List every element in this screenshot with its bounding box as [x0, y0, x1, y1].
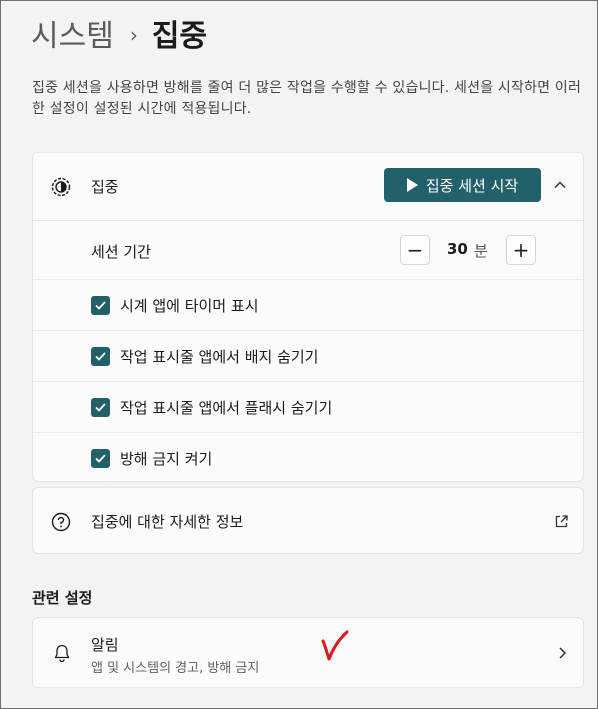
- option-row-do-not-disturb[interactable]: 방해 금지 켜기: [33, 432, 583, 484]
- checkmark-icon: [95, 352, 106, 361]
- notifications-link[interactable]: 알림 앱 및 시스템의 경고, 방해 금지: [32, 617, 584, 688]
- hide-badges-checkbox[interactable]: [91, 347, 110, 366]
- option-row-hide-flashing[interactable]: 작업 표시줄 앱에서 플래시 숨기기: [33, 381, 583, 433]
- hide-flashing-label: 작업 표시줄 앱에서 플래시 숨기기: [120, 399, 333, 417]
- option-row-hide-badges[interactable]: 작업 표시줄 앱에서 배지 숨기기: [33, 330, 583, 382]
- checkmark-icon: [95, 301, 106, 310]
- start-focus-session-button[interactable]: 집중 세션 시작: [384, 168, 541, 202]
- help-icon: [51, 512, 71, 532]
- duration-unit: 분: [474, 242, 488, 260]
- focus-info-link[interactable]: 집중에 대한 자세한 정보: [32, 487, 584, 554]
- session-duration-label: 세션 기간: [91, 243, 151, 261]
- focus-info-label: 집중에 대한 자세한 정보: [91, 513, 244, 531]
- bell-icon: [54, 644, 70, 663]
- hide-flashing-checkbox[interactable]: [91, 398, 110, 417]
- play-icon: [406, 178, 418, 192]
- red-checkmark-annotation: [321, 630, 349, 661]
- focus-icon: [51, 177, 71, 197]
- focus-title: 집중: [91, 178, 119, 196]
- option-row-show-timer[interactable]: 시계 앱에 타이머 표시: [33, 279, 583, 331]
- show-timer-label: 시계 앱에 타이머 표시: [120, 297, 259, 315]
- duration-value: 30: [447, 240, 468, 258]
- focus-card: 집중 집중 세션 시작 세션 기간 − 30 분 + 시계 앱에 타이머 표시 …: [32, 152, 584, 482]
- focus-header-row[interactable]: 집중 집중 세션 시작: [33, 153, 583, 220]
- page-description: 집중 세션을 사용하면 방해를 줄여 더 많은 작업을 수행할 수 있습니다. …: [32, 80, 582, 117]
- external-link-icon: [555, 515, 568, 528]
- hide-badges-label: 작업 표시줄 앱에서 배지 숨기기: [120, 348, 319, 366]
- do-not-disturb-checkbox[interactable]: [91, 449, 110, 468]
- do-not-disturb-label: 방해 금지 켜기: [120, 450, 213, 468]
- page-title: 집중: [151, 19, 208, 54]
- show-timer-checkbox[interactable]: [91, 296, 110, 315]
- session-duration-row: 세션 기간 − 30 분 +: [33, 220, 583, 280]
- related-settings-heading: 관련 설정: [32, 589, 93, 607]
- breadcrumb-parent[interactable]: 시스템: [31, 19, 114, 54]
- increase-duration-button[interactable]: +: [506, 235, 536, 265]
- decrease-duration-button[interactable]: −: [400, 235, 430, 265]
- notifications-title: 알림: [91, 636, 119, 654]
- checkmark-icon: [95, 454, 106, 463]
- start-focus-session-label: 집중 세션 시작: [425, 176, 519, 195]
- chevron-right-icon: [559, 647, 567, 659]
- chevron-up-icon[interactable]: [552, 177, 568, 193]
- checkmark-icon: [95, 403, 106, 412]
- notifications-subtitle: 앱 및 시스템의 경고, 방해 금지: [91, 661, 260, 676]
- breadcrumb: 시스템 › 집중: [31, 15, 207, 61]
- breadcrumb-separator: ›: [129, 23, 138, 47]
